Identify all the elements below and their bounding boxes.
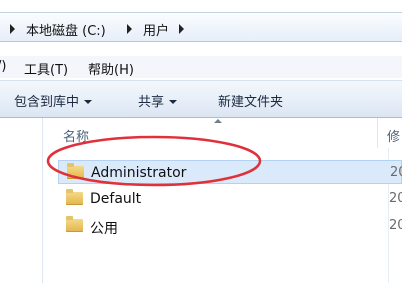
highlight-ellipse	[46, 135, 262, 187]
annotation-layer	[46, 135, 262, 187]
